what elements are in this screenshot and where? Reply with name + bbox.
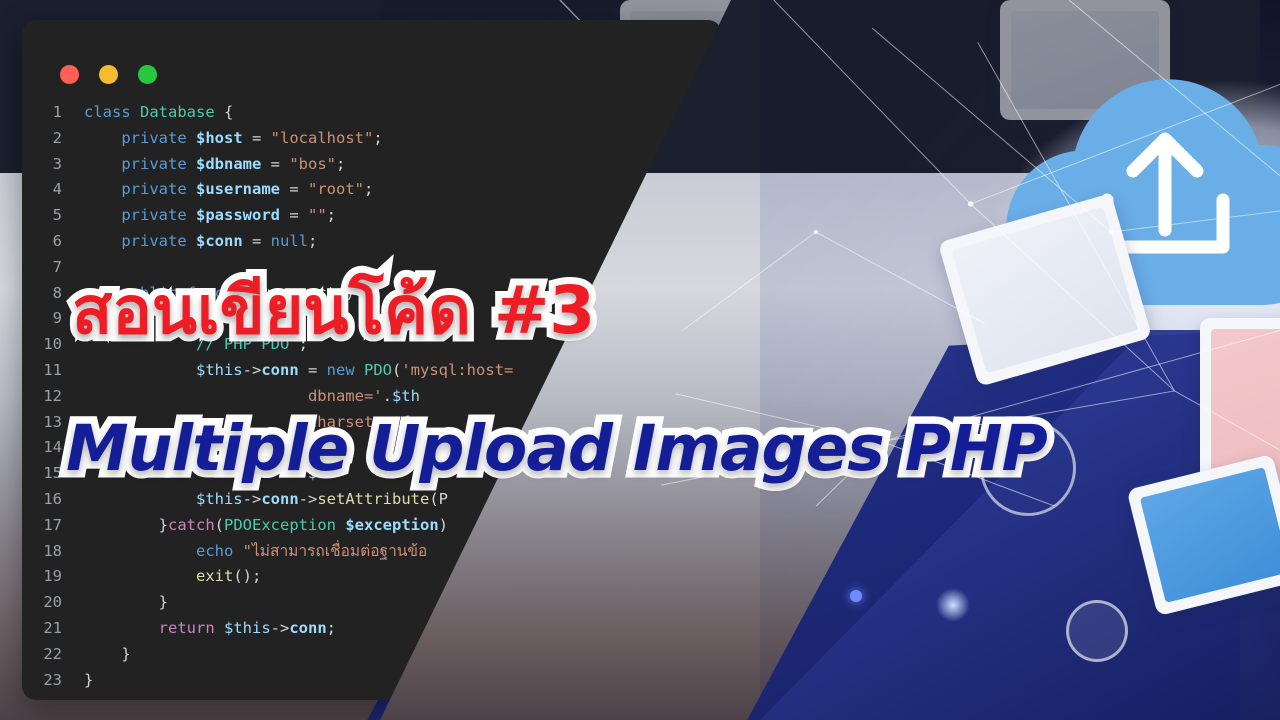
line-number: 12 — [43, 386, 62, 405]
line-number: 4 — [52, 180, 62, 199]
line-number: 17 — [43, 515, 62, 534]
code-line[interactable]: 1 class Database { — [22, 100, 722, 126]
line-number: 3 — [52, 154, 62, 173]
line-number: 16 — [43, 489, 62, 508]
line-text: return $this->conn; — [158, 618, 337, 637]
line-text: private $username = "root"; — [121, 180, 374, 199]
line-text: } — [84, 644, 131, 663]
line-text: private $dbname = "bos"; — [121, 154, 346, 173]
line-text: private $conn = null; — [121, 231, 318, 250]
code-line[interactable]: 4 private $username = "root"; — [22, 177, 722, 203]
line-number: 6 — [52, 231, 62, 250]
main-title-text: Multiple Upload Images PHP — [59, 405, 1056, 493]
code-line[interactable]: 2 private $host = "localhost"; — [22, 126, 722, 152]
thumbnail-canvas: 1 class Database { 2 private $host = "loca… — [0, 0, 1280, 720]
minimize-icon[interactable] — [99, 65, 118, 84]
line-number: 19 — [43, 567, 62, 586]
line-text: private $host = "localhost"; — [121, 128, 383, 147]
line-number: 2 — [52, 128, 62, 147]
line-number: 21 — [43, 618, 62, 637]
line-number: 5 — [52, 206, 62, 225]
line-text: }catch(PDOException $exception) — [84, 515, 449, 534]
line-text: echo "ไม่สามารถเชื่อมต่อฐานข้อ — [195, 541, 428, 560]
line-number: 1 — [52, 103, 62, 121]
line-text: class Database { — [84, 103, 234, 121]
line-number: 22 — [43, 644, 62, 663]
line-text: } — [84, 593, 168, 612]
maximize-icon[interactable] — [138, 65, 157, 84]
window-controls[interactable] — [60, 65, 157, 84]
line-text: private $password = ""; — [121, 206, 337, 225]
code-line[interactable]: 3 private $dbname = "bos"; — [22, 152, 722, 178]
line-text: } — [84, 670, 94, 689]
line-number: 23 — [43, 670, 62, 689]
thai-subtitle-text: สอนเขียนโค้ด #3 — [65, 265, 602, 356]
line-text: dbname='.$th — [307, 386, 420, 405]
line-number: 18 — [43, 541, 62, 560]
close-icon[interactable] — [60, 65, 79, 84]
code-line[interactable]: 5 private $password = ""; — [22, 203, 722, 229]
line-text: $this->conn->setAttribute(P — [195, 489, 448, 508]
line-number: 20 — [43, 593, 62, 612]
line-text: exit(); — [195, 567, 262, 586]
